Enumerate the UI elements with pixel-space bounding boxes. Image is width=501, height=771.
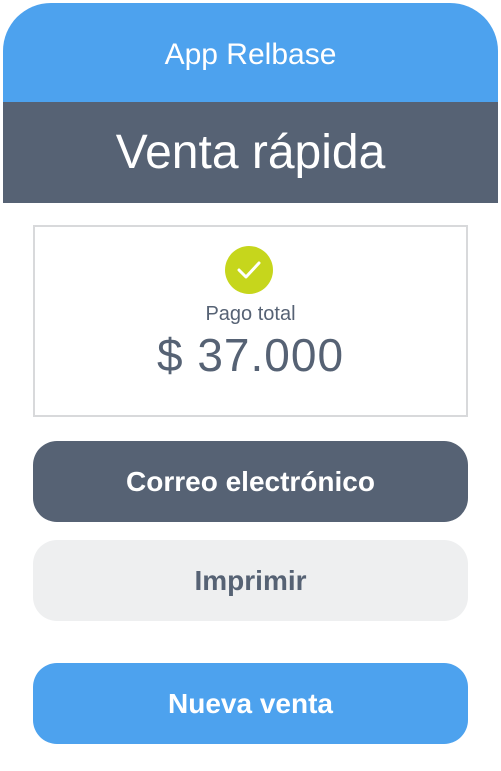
new-sale-button[interactable]: Nueva venta xyxy=(33,663,468,744)
payment-total-amount: $ 37.000 xyxy=(156,329,345,381)
app-title-bar: App Relbase xyxy=(3,3,498,102)
section-header: Venta rápida xyxy=(3,102,498,203)
print-button[interactable]: Imprimir xyxy=(33,540,468,621)
payment-summary-card: Pago total $ 37.000 xyxy=(33,225,468,417)
payment-total-label: Pago total xyxy=(205,303,296,325)
app-title: App Relbase xyxy=(164,37,337,71)
app-screen: App Relbase Venta rápida Pago total $ 37… xyxy=(0,0,501,771)
check-icon xyxy=(225,246,273,294)
email-button[interactable]: Correo electrónico xyxy=(33,441,468,522)
check-icon-glyph xyxy=(237,261,261,279)
page-title: Venta rápida xyxy=(115,126,386,179)
